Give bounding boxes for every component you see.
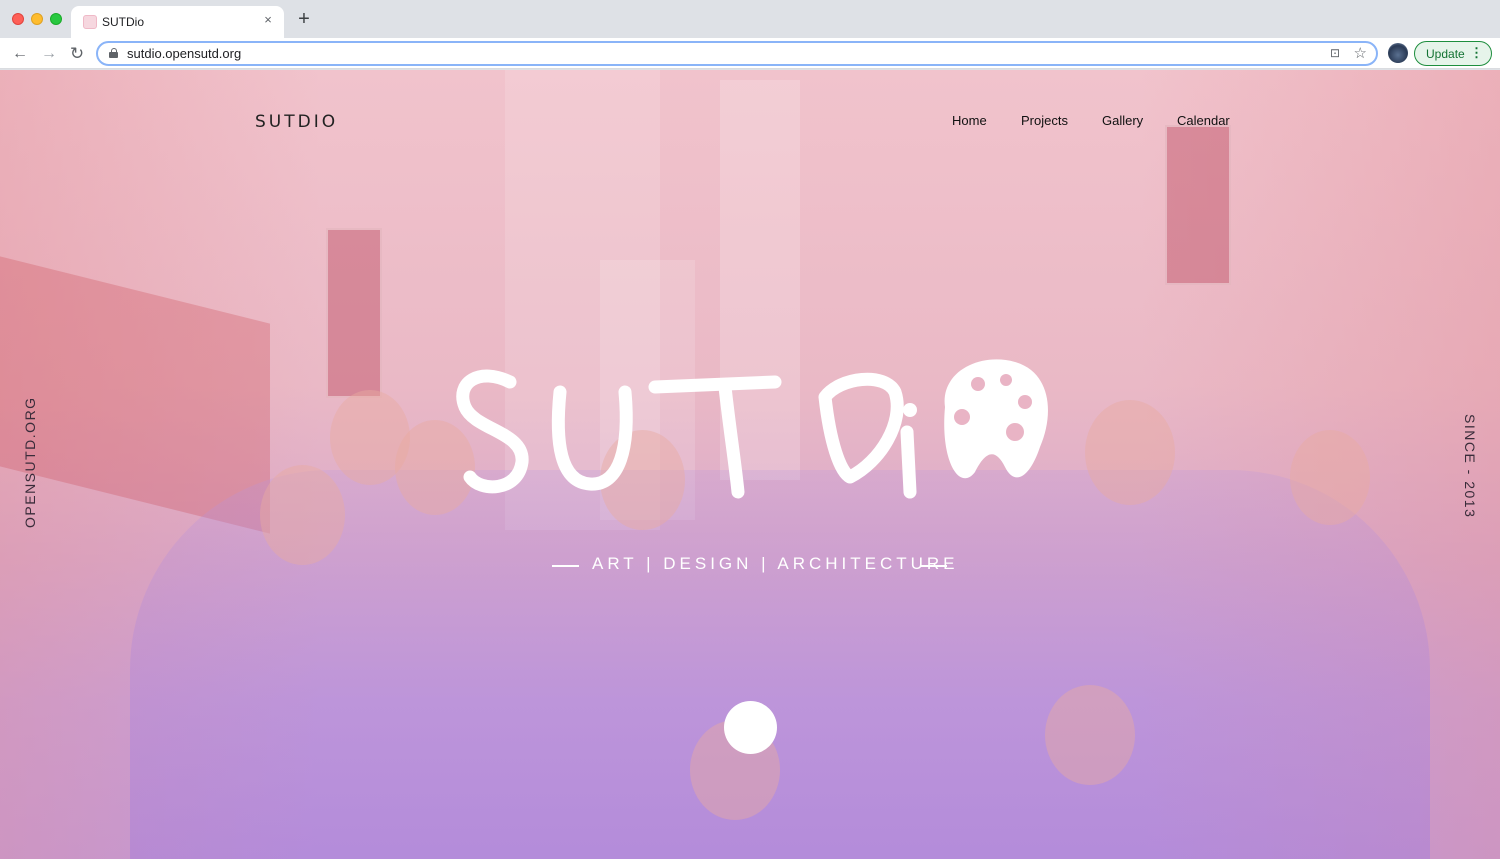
lock-icon[interactable] bbox=[109, 48, 118, 58]
background-person bbox=[1290, 430, 1370, 525]
browser-toolbar: ← → ↻ sutdio.opensutd.org ⊡ ☆ Update ⋮ bbox=[0, 38, 1500, 69]
tab-close-icon[interactable]: × bbox=[260, 12, 276, 28]
sutdio-logo bbox=[456, 359, 1048, 499]
address-bar[interactable]: sutdio.opensutd.org ⊡ ☆ bbox=[96, 41, 1378, 66]
bookmark-star-icon[interactable]: ☆ bbox=[1354, 44, 1367, 62]
nav-calendar[interactable]: Calendar bbox=[1177, 113, 1230, 128]
background-hanging-sign bbox=[326, 228, 382, 398]
kebab-menu-icon[interactable]: ⋮ bbox=[1470, 45, 1483, 61]
close-window-button[interactable] bbox=[12, 13, 24, 25]
back-button[interactable]: ← bbox=[8, 42, 32, 66]
nav-home[interactable]: Home bbox=[952, 113, 987, 128]
browser-tab-active[interactable]: SUTDio × bbox=[71, 6, 284, 38]
browser-tab-bar: SUTDio × + bbox=[0, 0, 1500, 38]
background-hanging-sign bbox=[1165, 125, 1231, 285]
reload-button[interactable]: ↻ bbox=[65, 42, 89, 66]
url-text[interactable]: sutdio.opensutd.org bbox=[127, 46, 241, 61]
update-button[interactable]: Update ⋮ bbox=[1414, 41, 1492, 66]
scroll-down-button[interactable] bbox=[724, 701, 777, 754]
background-person bbox=[1085, 400, 1175, 505]
tab-title: SUTDio bbox=[102, 15, 145, 29]
tagline-divider bbox=[552, 565, 579, 567]
new-tab-button[interactable]: + bbox=[294, 9, 314, 29]
site-brand[interactable]: SUTDIO bbox=[255, 112, 338, 132]
side-label-site: OPENSUTD.ORG bbox=[22, 396, 38, 528]
background-person bbox=[260, 465, 345, 565]
hero-section: SUTDIO Home Projects Gallery Calendar OP… bbox=[0, 70, 1500, 859]
profile-avatar[interactable] bbox=[1388, 43, 1408, 63]
update-label: Update bbox=[1426, 47, 1465, 61]
tagline-divider bbox=[920, 565, 947, 567]
favicon-icon bbox=[83, 15, 97, 29]
nav-projects[interactable]: Projects bbox=[1021, 113, 1068, 128]
tagline: ART | DESIGN | ARCHITECTURE bbox=[592, 554, 959, 573]
background-person bbox=[1045, 685, 1135, 785]
side-label-since: SINCE - 2013 bbox=[1462, 414, 1478, 519]
maximize-window-button[interactable] bbox=[50, 13, 62, 25]
nav-gallery[interactable]: Gallery bbox=[1102, 113, 1143, 128]
minimize-window-button[interactable] bbox=[31, 13, 43, 25]
cast-icon[interactable]: ⊡ bbox=[1330, 46, 1340, 60]
forward-button[interactable]: → bbox=[37, 42, 61, 66]
